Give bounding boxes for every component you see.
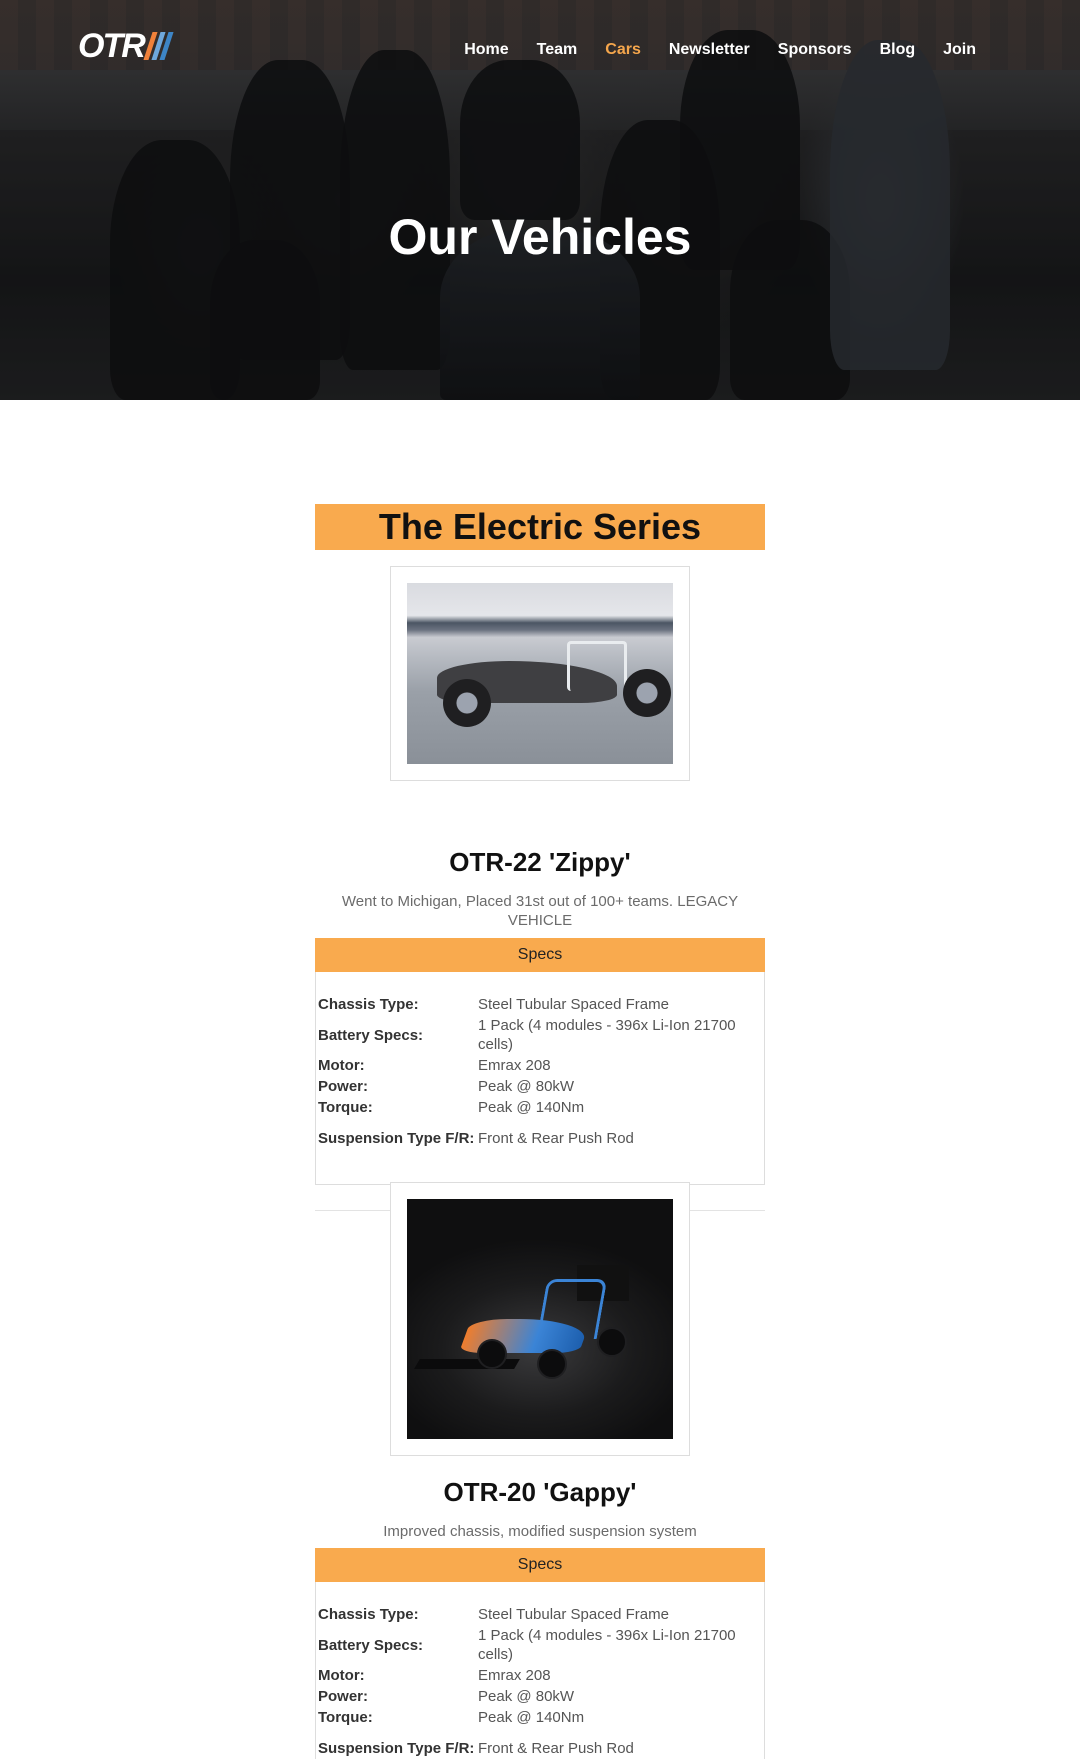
spec-row: Torque: Peak @ 140Nm	[318, 1707, 762, 1728]
page-title: Our Vehicles	[388, 209, 692, 265]
spec-label: Power:	[318, 1688, 369, 1705]
spec-label: Torque:	[318, 1099, 373, 1116]
spec-row: Chassis Type: Steel Tubular Spaced Frame	[318, 1604, 762, 1625]
spec-label: Suspension Type F/R:	[318, 1129, 475, 1147]
spec-value: Front & Rear Push Rod	[478, 1129, 634, 1147]
vehicle-photo-frame	[390, 566, 690, 781]
hero-banner: OTR Home Team Cars Newsletter Sponsors B…	[0, 0, 1080, 400]
car-wheel	[597, 1327, 627, 1357]
vehicle-name: OTR-20 'Gappy'	[443, 1477, 637, 1507]
vehicles-section: The Electric Series OTR-22 'Zippy' Went …	[315, 504, 765, 1759]
main-nav: Home Team Cars Newsletter Sponsors Blog …	[450, 38, 990, 62]
spec-label: Power:	[318, 1078, 369, 1095]
specs-header: Specs	[315, 1548, 765, 1582]
vehicle-description: Improved chassis, modified suspension sy…	[383, 1523, 697, 1540]
spec-label: Battery Specs:	[318, 1636, 424, 1654]
vehicle-photo-frame	[390, 1182, 690, 1456]
logo-wordmark: OTR	[78, 27, 146, 65]
spec-row: Chassis Type: Steel Tubular Spaced Frame	[318, 994, 762, 1015]
spec-value: 1 Pack (4 modules - 396x Li-Ion 21700 ce…	[478, 1017, 736, 1053]
spec-value: Emrax 208	[478, 1057, 551, 1074]
car-wheel	[623, 669, 671, 717]
spec-value: Peak @ 80kW	[478, 1688, 575, 1705]
specs-table: Chassis Type: Steel Tubular Spaced Frame…	[315, 972, 765, 1185]
spec-label: Chassis Type:	[318, 1606, 419, 1623]
spec-label: Torque:	[318, 1709, 373, 1726]
nav-blog[interactable]: Blog	[866, 38, 930, 62]
spec-label: Suspension Type F/R:	[318, 1739, 475, 1757]
specs-table: Chassis Type: Steel Tubular Spaced Frame…	[315, 1582, 765, 1759]
spec-value: Peak @ 140Nm	[478, 1709, 585, 1726]
vehicle-photo	[407, 1199, 673, 1439]
vehicle-photo	[407, 583, 673, 764]
spec-value: Emrax 208	[478, 1667, 551, 1684]
nav-sponsors[interactable]: Sponsors	[764, 38, 866, 62]
spec-label: Motor:	[318, 1667, 365, 1684]
spec-value: Peak @ 140Nm	[478, 1099, 585, 1116]
otr-logo[interactable]: OTR	[78, 27, 188, 65]
spec-value: 1 Pack (4 modules - 396x Li-Ion 21700 ce…	[478, 1627, 736, 1663]
nav-newsletter[interactable]: Newsletter	[655, 38, 764, 62]
spec-row: Power: Peak @ 80kW	[318, 1076, 762, 1097]
spec-value: Front & Rear Push Rod	[478, 1739, 634, 1757]
spec-row: Suspension Type F/R: Front & Rear Push R…	[318, 1728, 762, 1759]
logo-stripes-icon	[143, 32, 174, 60]
spec-label: Motor:	[318, 1057, 365, 1074]
spec-label: Battery Specs:	[318, 1026, 424, 1044]
car-wheel	[537, 1349, 567, 1379]
nav-cars[interactable]: Cars	[591, 38, 655, 62]
spec-row: Torque: Peak @ 140Nm	[318, 1097, 762, 1118]
vehicle-name: OTR-22 'Zippy'	[449, 847, 631, 877]
series-heading: The Electric Series	[315, 504, 765, 550]
spec-value: Steel Tubular Spaced Frame	[478, 996, 669, 1013]
spec-label: Chassis Type:	[318, 996, 419, 1013]
nav-join[interactable]: Join	[929, 38, 990, 62]
car-wheel	[443, 679, 491, 727]
spec-row: Motor: Emrax 208	[318, 1055, 762, 1076]
nav-team[interactable]: Team	[523, 38, 592, 62]
spec-row: Battery Specs: 1 Pack (4 modules - 396x …	[318, 1625, 762, 1665]
specs-header: Specs	[315, 938, 765, 972]
spec-row: Battery Specs: 1 Pack (4 modules - 396x …	[318, 1015, 762, 1055]
car-frame-shape	[567, 641, 627, 691]
spec-value: Peak @ 80kW	[478, 1078, 575, 1095]
car-wheel	[477, 1339, 507, 1369]
nav-home[interactable]: Home	[450, 38, 522, 62]
spec-value: Steel Tubular Spaced Frame	[478, 1606, 669, 1623]
spec-row: Power: Peak @ 80kW	[318, 1686, 762, 1707]
spec-row: Motor: Emrax 208	[318, 1665, 762, 1686]
vehicle-description: Went to Michigan, Placed 31st out of 100…	[341, 893, 739, 929]
spec-row: Suspension Type F/R: Front & Rear Push R…	[318, 1118, 762, 1158]
